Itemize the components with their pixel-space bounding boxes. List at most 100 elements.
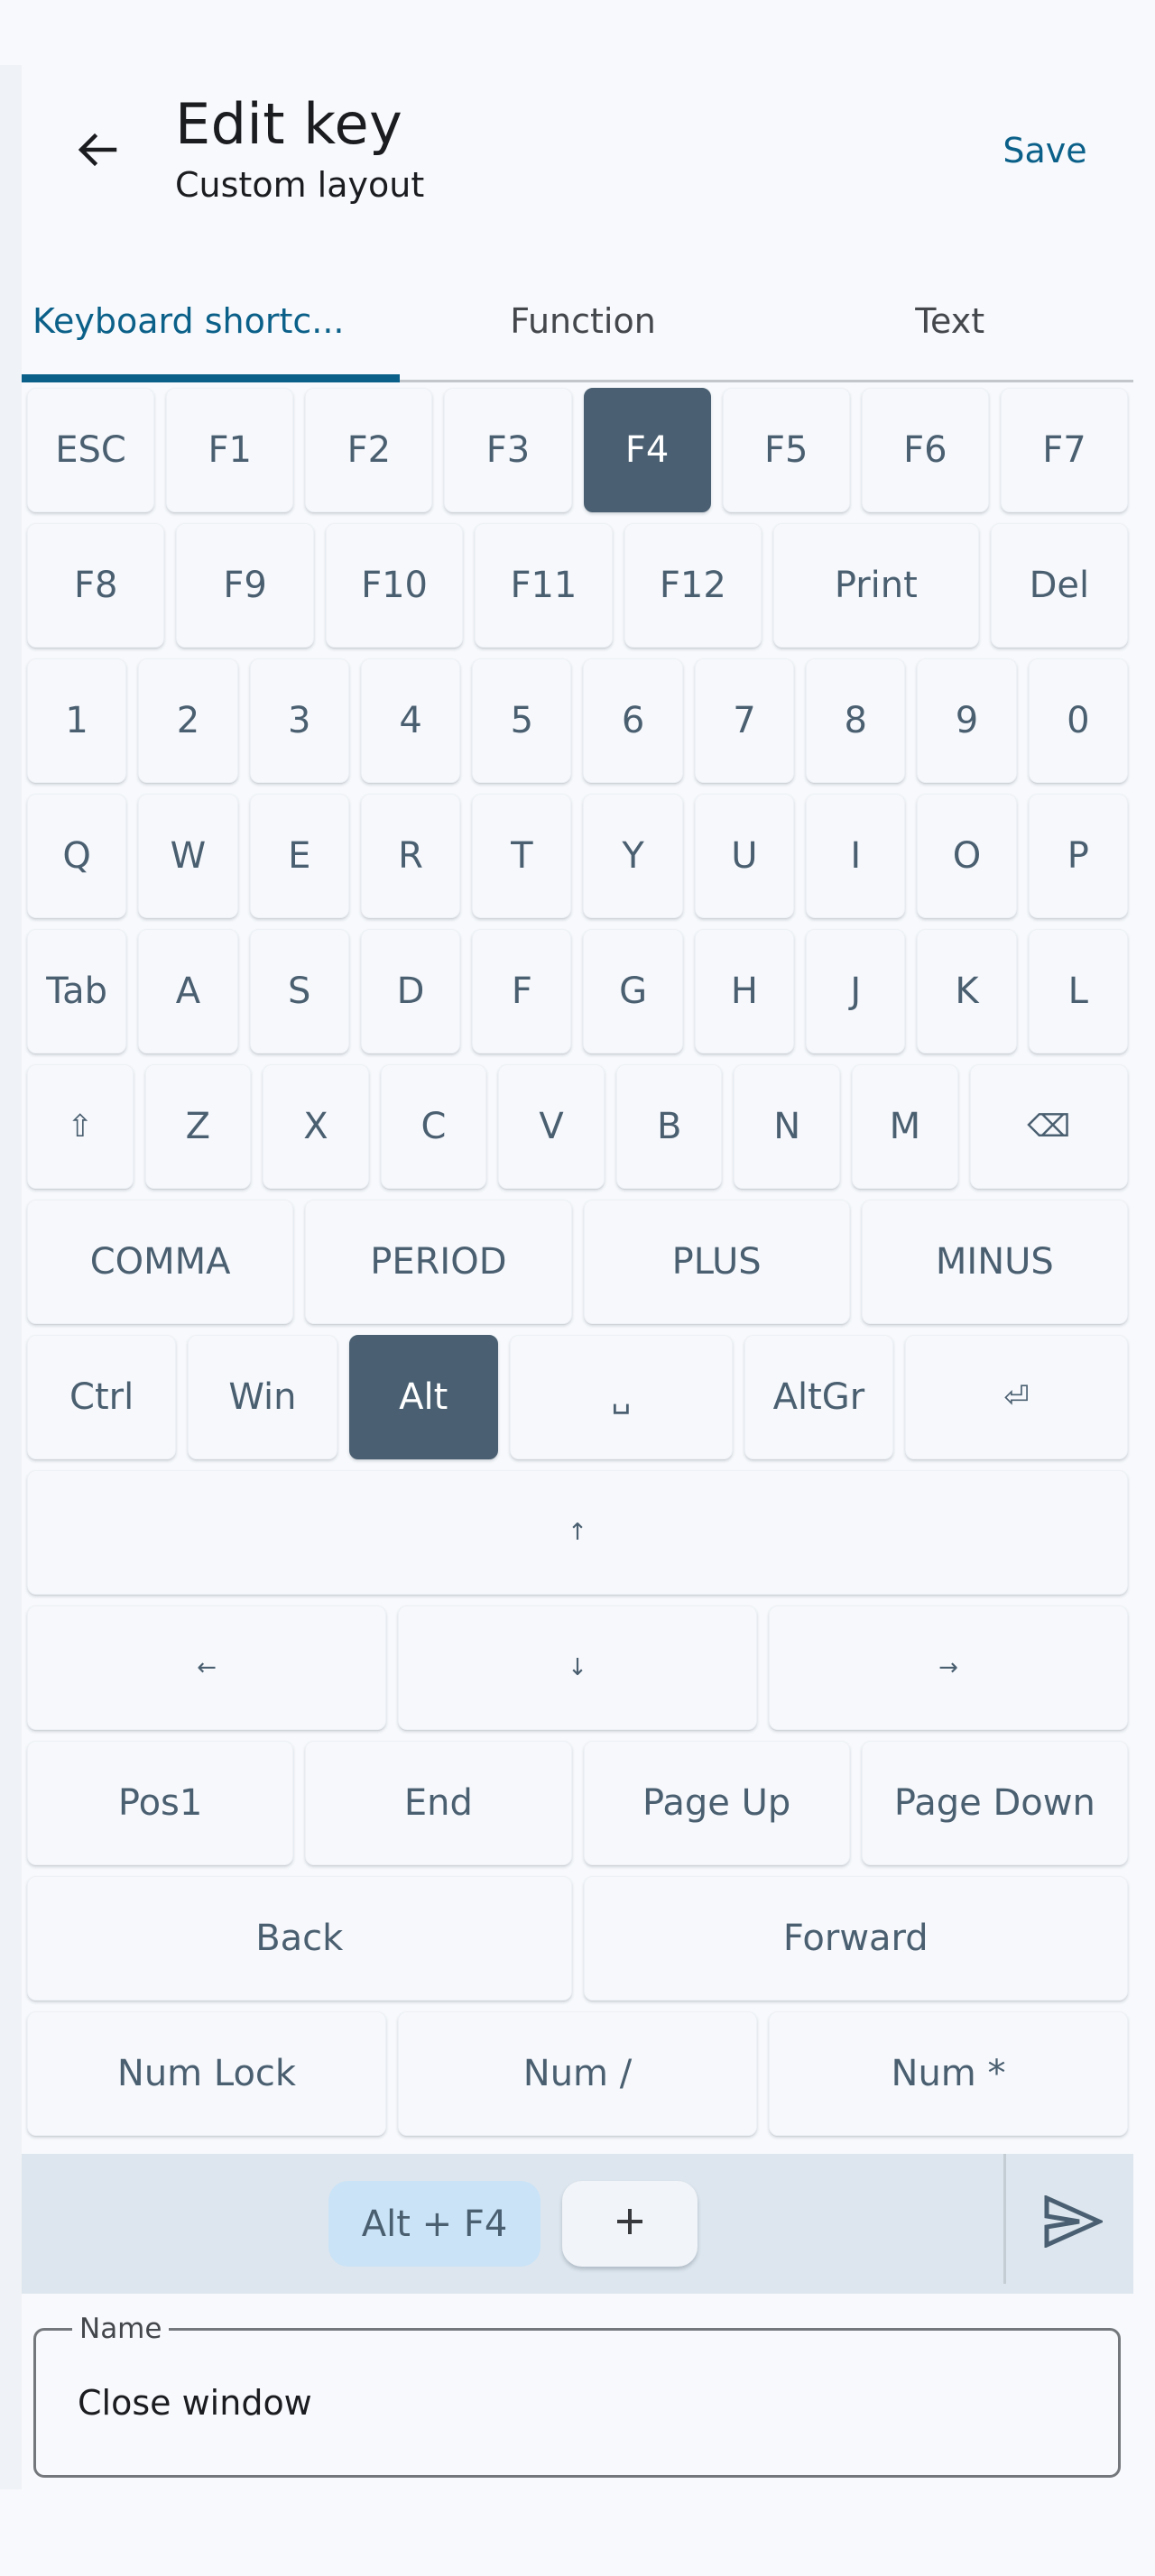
key-num[interactable]: Num /: [398, 2011, 757, 2136]
key-f4[interactable]: F4: [583, 388, 711, 512]
key-3[interactable]: 3: [249, 658, 349, 783]
key-backspace[interactable]: ⌫: [969, 1064, 1128, 1189]
key-label: F: [511, 971, 532, 1012]
key-d[interactable]: D: [360, 929, 461, 1053]
key-w[interactable]: W: [138, 794, 238, 918]
key-6[interactable]: 6: [583, 658, 683, 783]
key-i[interactable]: I: [806, 794, 906, 918]
key-back[interactable]: Back: [27, 1876, 572, 2001]
key-alt[interactable]: Alt: [348, 1335, 498, 1459]
key-num-lock[interactable]: Num Lock: [27, 2011, 386, 2136]
key-ctrl[interactable]: Ctrl: [27, 1335, 177, 1459]
key-4[interactable]: 4: [360, 658, 461, 783]
key-arrow-right[interactable]: →: [769, 1605, 1128, 1730]
keyboard-grid: ESC F1 F2 F3 F4 F5 F6 F7 F8 F9 F10 F11 F12 Print Del 1 2…: [27, 388, 1129, 2147]
send-button[interactable]: [1023, 2174, 1123, 2273]
keyboard-row: ESC F1 F2 F3 F4 F5 F6 F7: [27, 388, 1128, 512]
key-8[interactable]: 8: [806, 658, 906, 783]
key-f5[interactable]: F5: [722, 388, 850, 512]
key-shift[interactable]: ⇧: [27, 1064, 134, 1189]
key-win[interactable]: Win: [188, 1335, 337, 1459]
name-input[interactable]: [78, 2376, 1070, 2430]
key-arrow-up[interactable]: ↑: [27, 1470, 1128, 1595]
key-r[interactable]: R: [360, 794, 461, 918]
key-pos1[interactable]: Pos1: [27, 1741, 294, 1865]
tab-keyboard-shortcut[interactable]: Keyboard shortc...: [22, 271, 400, 382]
shift-icon: ⇧: [67, 1109, 94, 1145]
key-f11[interactable]: F11: [475, 523, 613, 648]
key-print[interactable]: Print: [773, 523, 979, 648]
key-o[interactable]: O: [917, 794, 1017, 918]
key-f3[interactable]: F3: [444, 388, 572, 512]
key-a[interactable]: A: [138, 929, 238, 1053]
key-enter[interactable]: ⏎: [905, 1335, 1128, 1459]
key-e[interactable]: E: [249, 794, 349, 918]
key-g[interactable]: G: [583, 929, 683, 1053]
send-icon: [1043, 2194, 1105, 2251]
key-v[interactable]: V: [498, 1064, 605, 1189]
key-p[interactable]: P: [1028, 794, 1128, 918]
key-5[interactable]: 5: [472, 658, 572, 783]
key-arrow-left[interactable]: ←: [27, 1605, 386, 1730]
key-u[interactable]: U: [694, 794, 795, 918]
key-t[interactable]: T: [472, 794, 572, 918]
add-key-button[interactable]: [562, 2181, 698, 2267]
key-page-down[interactable]: Page Down: [861, 1741, 1128, 1865]
key-h[interactable]: H: [694, 929, 795, 1053]
key-f6[interactable]: F6: [861, 388, 989, 512]
key-q[interactable]: Q: [27, 794, 127, 918]
key-esc[interactable]: ESC: [27, 388, 155, 512]
key-altgr[interactable]: AltGr: [744, 1335, 894, 1459]
key-k[interactable]: K: [917, 929, 1017, 1053]
key-label: T: [511, 835, 533, 877]
key-l[interactable]: L: [1028, 929, 1128, 1053]
key-1[interactable]: 1: [27, 658, 127, 783]
key-label: F5: [763, 429, 808, 471]
key-f8[interactable]: F8: [27, 523, 165, 648]
key-forward[interactable]: Forward: [583, 1876, 1128, 2001]
save-button[interactable]: Save: [989, 124, 1101, 177]
key-b[interactable]: B: [615, 1064, 723, 1189]
key-tab[interactable]: Tab: [27, 929, 127, 1053]
key-arrow-down[interactable]: ↓: [398, 1605, 757, 1730]
key-num[interactable]: Num *: [769, 2011, 1128, 2136]
key-f12[interactable]: F12: [624, 523, 762, 648]
tab-function[interactable]: Function: [400, 271, 767, 380]
shortcut-combo-bar: Alt + F4: [22, 2154, 1133, 2294]
key-f10[interactable]: F10: [325, 523, 464, 648]
back-button[interactable]: [70, 124, 125, 179]
key-y[interactable]: Y: [583, 794, 683, 918]
arrow-down-icon: ↓: [568, 1654, 587, 1681]
key-label: F1: [208, 429, 252, 471]
key-7[interactable]: 7: [694, 658, 795, 783]
key-z[interactable]: Z: [144, 1064, 252, 1189]
plus-icon: [612, 2198, 648, 2250]
key-s[interactable]: S: [249, 929, 349, 1053]
key-end[interactable]: End: [305, 1741, 572, 1865]
key-f7[interactable]: F7: [1000, 388, 1128, 512]
key-del[interactable]: Del: [990, 523, 1129, 648]
key-minus[interactable]: MINUS: [861, 1200, 1128, 1324]
key-x[interactable]: X: [263, 1064, 369, 1189]
key-space[interactable]: ␣: [509, 1335, 733, 1459]
key-period[interactable]: PERIOD: [305, 1200, 572, 1324]
key-f1[interactable]: F1: [166, 388, 294, 512]
key-j[interactable]: J: [806, 929, 906, 1053]
key-label: V: [539, 1106, 564, 1147]
key-9[interactable]: 9: [917, 658, 1017, 783]
key-f2[interactable]: F2: [305, 388, 433, 512]
key-f[interactable]: F: [472, 929, 572, 1053]
key-label: Num Lock: [116, 2053, 297, 2094]
combo-chip[interactable]: Alt + F4: [328, 2181, 541, 2267]
key-0[interactable]: 0: [1028, 658, 1128, 783]
key-2[interactable]: 2: [138, 658, 238, 783]
key-n[interactable]: N: [734, 1064, 841, 1189]
key-m[interactable]: M: [852, 1064, 958, 1189]
tab-text[interactable]: Text: [766, 271, 1133, 380]
key-label: 2: [176, 700, 200, 741]
key-page-up[interactable]: Page Up: [583, 1741, 850, 1865]
key-f9[interactable]: F9: [176, 523, 314, 648]
key-c[interactable]: C: [380, 1064, 487, 1189]
key-comma[interactable]: COMMA: [27, 1200, 294, 1324]
key-plus[interactable]: PLUS: [583, 1200, 850, 1324]
